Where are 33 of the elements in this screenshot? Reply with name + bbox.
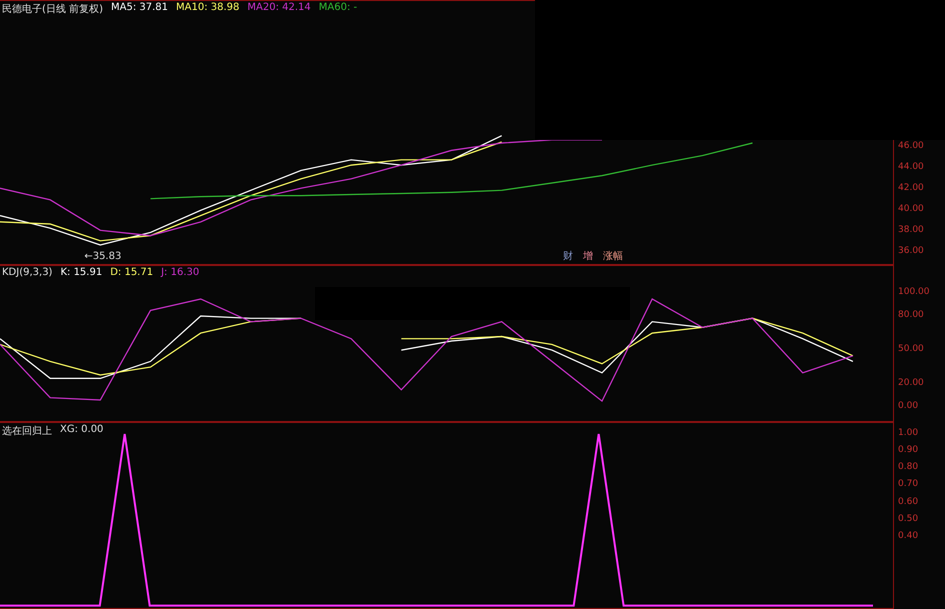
- axis-label: 0.70: [898, 479, 918, 490]
- axis-label: 0.40: [898, 530, 918, 541]
- axis-label: 40.00: [898, 204, 924, 214]
- indicator-value: MA10: 38.98: [176, 2, 240, 15]
- indicator-value: J: 16.30: [161, 267, 200, 278]
- axis-label: 42.00: [898, 183, 924, 194]
- axis-label: 80.00: [898, 310, 924, 320]
- axis-label: 0.80: [898, 462, 918, 472]
- indicator-value: MA5: 37.81: [110, 2, 168, 15]
- axis-label: 0.00: [898, 400, 918, 411]
- indicator-value: K: 15.91: [60, 267, 102, 278]
- info-tag: 增: [583, 249, 593, 263]
- axis-label: 50.00: [898, 344, 924, 354]
- axis-label: 1.00: [898, 428, 918, 438]
- axis-label: 36.00: [898, 246, 924, 256]
- axis-label: 0.60: [898, 496, 918, 507]
- low-price-annotation: ←35.83: [84, 251, 122, 262]
- indicator-value: XG: 0.00: [60, 424, 104, 437]
- indicator-title: 民德电子(日线 前复权): [2, 2, 103, 16]
- info-tag: 财: [563, 249, 573, 263]
- axis-label: 20.00: [898, 378, 924, 388]
- indicator-value: D: 15.71: [110, 267, 154, 278]
- indicator-title: KDJ(9,3,3): [2, 267, 52, 278]
- axis-label: 100.00: [898, 287, 930, 298]
- axis-label: 0.90: [898, 445, 918, 456]
- indicator-value: MA60: -: [318, 2, 358, 15]
- axis-label: 38.00: [898, 225, 924, 236]
- axis-label: 46.00: [898, 141, 924, 152]
- axis-label: 44.00: [898, 162, 924, 172]
- info-tag: 涨幅: [603, 249, 623, 263]
- indicator-title: 选在回归上: [2, 424, 52, 438]
- indicator-value: MA20: 42.14: [247, 2, 311, 15]
- axis-label: 0.50: [898, 514, 918, 524]
